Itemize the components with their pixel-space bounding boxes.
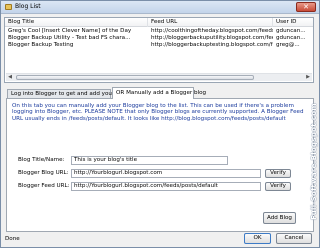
blog-title-input[interactable]: This is your blog's title	[71, 156, 228, 165]
window-title: Blog List	[15, 3, 41, 10]
blog-title-label: Blog Title/Name:	[18, 157, 65, 163]
table-row[interactable]: Blogger Backup Testing http://bloggerbac…	[5, 42, 313, 49]
status-text: Done	[5, 236, 20, 242]
feed-url-input[interactable]: http://Yourblogurl.blogspot.com/feeds/po…	[71, 182, 261, 191]
watermark-text: Full-Software.Blogspot.com	[310, 102, 318, 220]
cell-feed-url: http://coolthingoftheday.blogspot.com/fe…	[151, 28, 273, 34]
cancel-button[interactable]: Cancel	[276, 233, 312, 244]
column-header-user-id[interactable]: User ID	[273, 18, 313, 27]
instructions-text: On this tab you can manually add your Bl…	[12, 103, 304, 122]
cell-user-id: gduncan...	[276, 35, 306, 41]
tab-manual-add[interactable]: OR Manually add a Blogger blog	[112, 87, 206, 99]
blog-list-table[interactable]: Blog Title Feed URL User ID Greg's Cool …	[4, 17, 314, 83]
scrollbar-thumb[interactable]	[16, 75, 254, 80]
cell-user-id: greg@...	[276, 42, 300, 48]
scroll-left-icon[interactable]: ◀	[6, 74, 14, 81]
watermark: Full-Software.Blogspot.com	[308, 20, 320, 230]
cell-blog-title: Blogger Backup Testing	[8, 42, 74, 48]
add-blog-button[interactable]: Add Blog	[263, 212, 296, 224]
table-header: Blog Title Feed URL User ID	[5, 18, 313, 27]
app-folder-icon	[5, 4, 12, 10]
manual-add-panel: On this tab you can manually add your Bl…	[6, 98, 314, 232]
horizontal-scrollbar[interactable]: ◀ ▶	[6, 73, 312, 81]
cell-feed-url: http://bloggerbackuputility.blogspot.com…	[151, 35, 273, 41]
feed-url-label: Blogger Feed URL:	[18, 183, 70, 189]
ok-button[interactable]: OK	[244, 233, 271, 244]
table-row[interactable]: Greg's Cool [Insert Clever Name] of the …	[5, 28, 313, 35]
column-header-blog-title[interactable]: Blog Title	[5, 18, 148, 27]
blog-url-input[interactable]: http://Yourblogurl.blogspot.com	[71, 169, 261, 178]
column-header-feed-url[interactable]: Feed URL	[148, 18, 273, 27]
blog-url-label: Blogger Blog URL:	[18, 170, 69, 176]
cell-blog-title: Greg's Cool [Insert Clever Name] of the …	[8, 28, 132, 34]
verify-feed-url-button[interactable]: Verify	[265, 182, 291, 191]
cell-blog-title: Blogger Backup Utility - Test bad FS cha…	[8, 35, 131, 41]
cell-feed-url: http://bloggerbackuptesting.blogspot.com…	[151, 42, 273, 48]
verify-blog-url-button[interactable]: Verify	[265, 169, 291, 178]
cell-user-id: gduncan...	[276, 28, 306, 34]
close-button[interactable]: ✕	[296, 2, 316, 12]
title-bar[interactable]: Blog List ✕	[1, 1, 319, 14]
blog-list-window: Blog List ✕ Blog Title Feed URL User ID …	[0, 0, 320, 248]
table-row[interactable]: Blogger Backup Utility - Test bad FS cha…	[5, 35, 313, 42]
